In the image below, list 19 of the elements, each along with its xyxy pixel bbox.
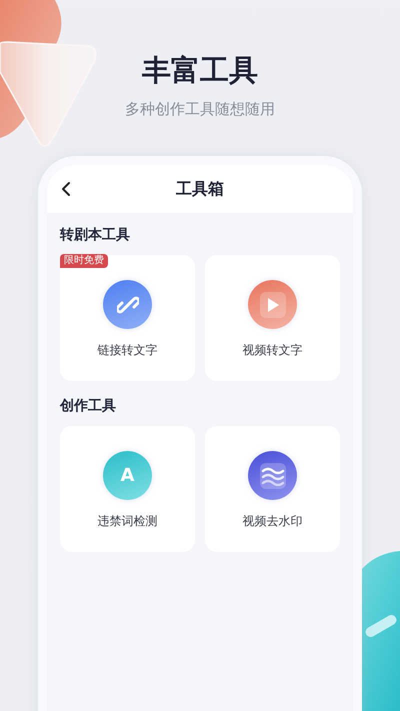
- tool-label: 视频转文字: [242, 342, 302, 359]
- play-icon: [248, 280, 297, 329]
- tool-card[interactable]: 视频去水印: [205, 426, 340, 552]
- tool-card[interactable]: A 违禁词检测: [60, 426, 195, 552]
- tool-label: 视频去水印: [242, 513, 302, 530]
- back-icon[interactable]: [61, 181, 71, 197]
- free-badge: 限时免费: [60, 254, 108, 268]
- section-title: 创作工具: [60, 397, 117, 416]
- tool-card[interactable]: 视频转文字: [205, 255, 340, 381]
- screen-title: 工具箱: [176, 178, 224, 200]
- tool-label: 链接转文字: [98, 342, 158, 359]
- link-icon: [103, 280, 152, 329]
- subtitle: 多种创作工具随想随用: [125, 99, 275, 120]
- tool-label: 违禁词检测: [98, 513, 158, 530]
- letter-icon: A: [103, 451, 152, 500]
- headline: 丰富工具: [142, 52, 258, 88]
- tool-card[interactable]: 限时免费 链接转文字: [60, 255, 195, 381]
- section-title: 转剧本工具: [60, 226, 131, 245]
- waves-icon: [248, 451, 297, 500]
